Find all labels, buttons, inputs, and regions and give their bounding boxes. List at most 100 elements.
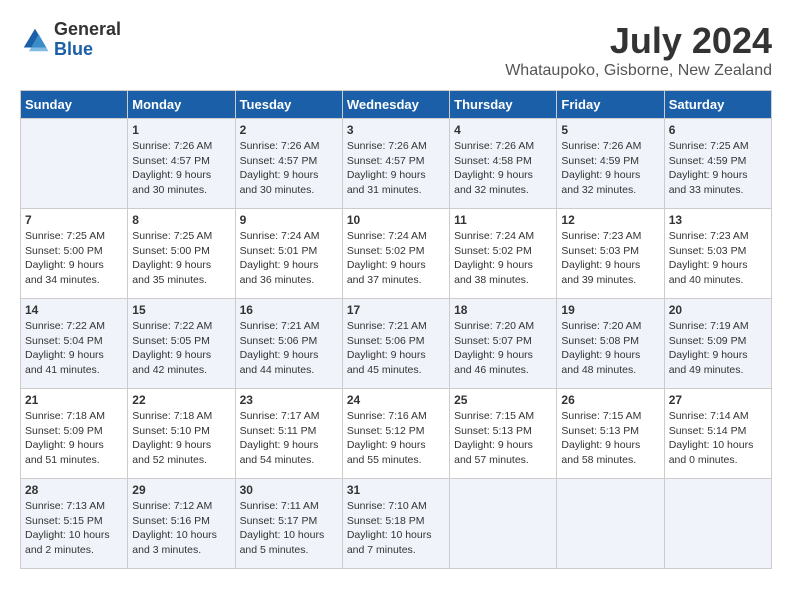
day-info: Sunrise: 7:13 AM Sunset: 5:15 PM Dayligh… bbox=[25, 499, 123, 558]
logo-text: General Blue bbox=[54, 20, 121, 60]
day-number: 25 bbox=[454, 393, 552, 407]
day-info: Sunrise: 7:26 AM Sunset: 4:57 PM Dayligh… bbox=[240, 139, 338, 198]
day-number: 4 bbox=[454, 123, 552, 137]
location-subtitle: Whataupoko, Gisborne, New Zealand bbox=[505, 62, 772, 80]
day-number: 19 bbox=[561, 303, 659, 317]
calendar-cell: 31 Sunrise: 7:10 AM Sunset: 5:18 PM Dayli… bbox=[342, 479, 449, 569]
day-info: Sunrise: 7:22 AM Sunset: 5:04 PM Dayligh… bbox=[25, 319, 123, 378]
day-info: Sunrise: 7:26 AM Sunset: 4:57 PM Dayligh… bbox=[347, 139, 445, 198]
day-number: 13 bbox=[669, 213, 767, 227]
day-info: Sunrise: 7:16 AM Sunset: 5:12 PM Dayligh… bbox=[347, 409, 445, 468]
calendar-day-header: Tuesday bbox=[235, 91, 342, 119]
day-number: 28 bbox=[25, 483, 123, 497]
calendar-day-header: Sunday bbox=[21, 91, 128, 119]
calendar-cell: 25Sunrise: 7:15 AM Sunset: 5:13 PM Dayli… bbox=[450, 389, 557, 479]
calendar-day-header: Saturday bbox=[664, 91, 771, 119]
day-number: 31 bbox=[347, 483, 445, 497]
day-info: Sunrise: 7:26 AM Sunset: 4:58 PM Dayligh… bbox=[454, 139, 552, 198]
calendar-day-header: Wednesday bbox=[342, 91, 449, 119]
calendar-cell: 6 Sunrise: 7:25 AM Sunset: 4:59 PM Daylig… bbox=[664, 119, 771, 209]
calendar-cell: 2 Sunrise: 7:26 AM Sunset: 4:57 PM Daylig… bbox=[235, 119, 342, 209]
calendar-cell: 16 Sunrise: 7:21 AM Sunset: 5:06 PM Dayli… bbox=[235, 299, 342, 389]
calendar-cell: 28 Sunrise: 7:13 AM Sunset: 5:15 PM Dayli… bbox=[21, 479, 128, 569]
calendar-cell: 1 Sunrise: 7:26 AM Sunset: 4:57 PM Daylig… bbox=[128, 119, 235, 209]
day-info: Sunrise: 7:23 AM Sunset: 5:03 PM Dayligh… bbox=[669, 229, 767, 288]
day-info: Sunrise: 7:10 AM Sunset: 5:18 PM Dayligh… bbox=[347, 499, 445, 558]
calendar-cell: 21Sunrise: 7:18 AM Sunset: 5:09 PM Dayli… bbox=[21, 389, 128, 479]
day-number: 2 bbox=[240, 123, 338, 137]
calendar-day-header: Monday bbox=[128, 91, 235, 119]
calendar-week-row: 7 Sunrise: 7:25 AM Sunset: 5:00 PM Daylig… bbox=[21, 209, 772, 299]
day-info: Sunrise: 7:12 AM Sunset: 5:16 PM Dayligh… bbox=[132, 499, 230, 558]
calendar-header-row: SundayMondayTuesdayWednesdayThursdayFrid… bbox=[21, 91, 772, 119]
calendar-cell: 24 Sunrise: 7:16 AM Sunset: 5:12 PM Dayli… bbox=[342, 389, 449, 479]
day-number: 26 bbox=[561, 393, 659, 407]
day-number: 23 bbox=[240, 393, 338, 407]
calendar-cell: 3 Sunrise: 7:26 AM Sunset: 4:57 PM Daylig… bbox=[342, 119, 449, 209]
logo-icon bbox=[20, 25, 50, 55]
day-number: 1 bbox=[132, 123, 230, 137]
day-number: 6 bbox=[669, 123, 767, 137]
calendar-cell: 17Sunrise: 7:21 AM Sunset: 5:06 PM Dayli… bbox=[342, 299, 449, 389]
calendar-cell: 12 Sunrise: 7:23 AM Sunset: 5:03 PM Dayli… bbox=[557, 209, 664, 299]
calendar-cell: 19 Sunrise: 7:20 AM Sunset: 5:08 PM Dayli… bbox=[557, 299, 664, 389]
day-info: Sunrise: 7:17 AM Sunset: 5:11 PM Dayligh… bbox=[240, 409, 338, 468]
calendar-cell: 18 Sunrise: 7:20 AM Sunset: 5:07 PM Dayli… bbox=[450, 299, 557, 389]
day-info: Sunrise: 7:22 AM Sunset: 5:05 PM Dayligh… bbox=[132, 319, 230, 378]
day-info: Sunrise: 7:18 AM Sunset: 5:10 PM Dayligh… bbox=[132, 409, 230, 468]
day-number: 24 bbox=[347, 393, 445, 407]
day-info: Sunrise: 7:20 AM Sunset: 5:08 PM Dayligh… bbox=[561, 319, 659, 378]
calendar-cell: 26Sunrise: 7:15 AM Sunset: 5:13 PM Dayli… bbox=[557, 389, 664, 479]
calendar-week-row: 14 Sunrise: 7:22 AM Sunset: 5:04 PM Dayli… bbox=[21, 299, 772, 389]
day-info: Sunrise: 7:14 AM Sunset: 5:14 PM Dayligh… bbox=[669, 409, 767, 468]
day-info: Sunrise: 7:18 AM Sunset: 5:09 PM Dayligh… bbox=[25, 409, 123, 468]
day-info: Sunrise: 7:25 AM Sunset: 5:00 PM Dayligh… bbox=[132, 229, 230, 288]
calendar-cell: 15 Sunrise: 7:22 AM Sunset: 5:05 PM Dayli… bbox=[128, 299, 235, 389]
calendar-cell: 22Sunrise: 7:18 AM Sunset: 5:10 PM Dayli… bbox=[128, 389, 235, 479]
day-info: Sunrise: 7:11 AM Sunset: 5:17 PM Dayligh… bbox=[240, 499, 338, 558]
day-number: 16 bbox=[240, 303, 338, 317]
day-number: 10 bbox=[347, 213, 445, 227]
day-info: Sunrise: 7:21 AM Sunset: 5:06 PM Dayligh… bbox=[240, 319, 338, 378]
day-number: 12 bbox=[561, 213, 659, 227]
day-number: 3 bbox=[347, 123, 445, 137]
day-number: 8 bbox=[132, 213, 230, 227]
day-info: Sunrise: 7:20 AM Sunset: 5:07 PM Dayligh… bbox=[454, 319, 552, 378]
calendar-cell: 14 Sunrise: 7:22 AM Sunset: 5:04 PM Dayli… bbox=[21, 299, 128, 389]
day-info: Sunrise: 7:25 AM Sunset: 5:00 PM Dayligh… bbox=[25, 229, 123, 288]
day-number: 5 bbox=[561, 123, 659, 137]
day-info: Sunrise: 7:23 AM Sunset: 5:03 PM Dayligh… bbox=[561, 229, 659, 288]
title-section: July 2024 Whataupoko, Gisborne, New Zeal… bbox=[505, 20, 772, 80]
day-number: 29 bbox=[132, 483, 230, 497]
calendar-table: SundayMondayTuesdayWednesdayThursdayFrid… bbox=[20, 90, 772, 569]
calendar-week-row: 21Sunrise: 7:18 AM Sunset: 5:09 PM Dayli… bbox=[21, 389, 772, 479]
day-number: 30 bbox=[240, 483, 338, 497]
calendar-cell bbox=[664, 479, 771, 569]
calendar-cell: 4 Sunrise: 7:26 AM Sunset: 4:58 PM Daylig… bbox=[450, 119, 557, 209]
calendar-cell: 29 Sunrise: 7:12 AM Sunset: 5:16 PM Dayli… bbox=[128, 479, 235, 569]
day-number: 18 bbox=[454, 303, 552, 317]
calendar-cell: 30 Sunrise: 7:11 AM Sunset: 5:17 PM Dayli… bbox=[235, 479, 342, 569]
calendar-week-row: 1 Sunrise: 7:26 AM Sunset: 4:57 PM Daylig… bbox=[21, 119, 772, 209]
calendar-week-row: 28 Sunrise: 7:13 AM Sunset: 5:15 PM Dayli… bbox=[21, 479, 772, 569]
calendar-cell: 10Sunrise: 7:24 AM Sunset: 5:02 PM Dayli… bbox=[342, 209, 449, 299]
calendar-cell: 23 Sunrise: 7:17 AM Sunset: 5:11 PM Dayli… bbox=[235, 389, 342, 479]
logo: General Blue bbox=[20, 20, 121, 60]
calendar-cell bbox=[21, 119, 128, 209]
calendar-cell: 9Sunrise: 7:24 AM Sunset: 5:01 PM Daylig… bbox=[235, 209, 342, 299]
day-number: 20 bbox=[669, 303, 767, 317]
day-info: Sunrise: 7:26 AM Sunset: 4:57 PM Dayligh… bbox=[132, 139, 230, 198]
day-number: 14 bbox=[25, 303, 123, 317]
day-number: 9 bbox=[240, 213, 338, 227]
calendar-cell: 27 Sunrise: 7:14 AM Sunset: 5:14 PM Dayli… bbox=[664, 389, 771, 479]
calendar-cell bbox=[557, 479, 664, 569]
day-info: Sunrise: 7:25 AM Sunset: 4:59 PM Dayligh… bbox=[669, 139, 767, 198]
day-number: 15 bbox=[132, 303, 230, 317]
calendar-cell: 7 Sunrise: 7:25 AM Sunset: 5:00 PM Daylig… bbox=[21, 209, 128, 299]
day-info: Sunrise: 7:21 AM Sunset: 5:06 PM Dayligh… bbox=[347, 319, 445, 378]
calendar-cell: 8 Sunrise: 7:25 AM Sunset: 5:00 PM Daylig… bbox=[128, 209, 235, 299]
day-number: 27 bbox=[669, 393, 767, 407]
calendar-day-header: Thursday bbox=[450, 91, 557, 119]
day-number: 7 bbox=[25, 213, 123, 227]
day-info: Sunrise: 7:19 AM Sunset: 5:09 PM Dayligh… bbox=[669, 319, 767, 378]
